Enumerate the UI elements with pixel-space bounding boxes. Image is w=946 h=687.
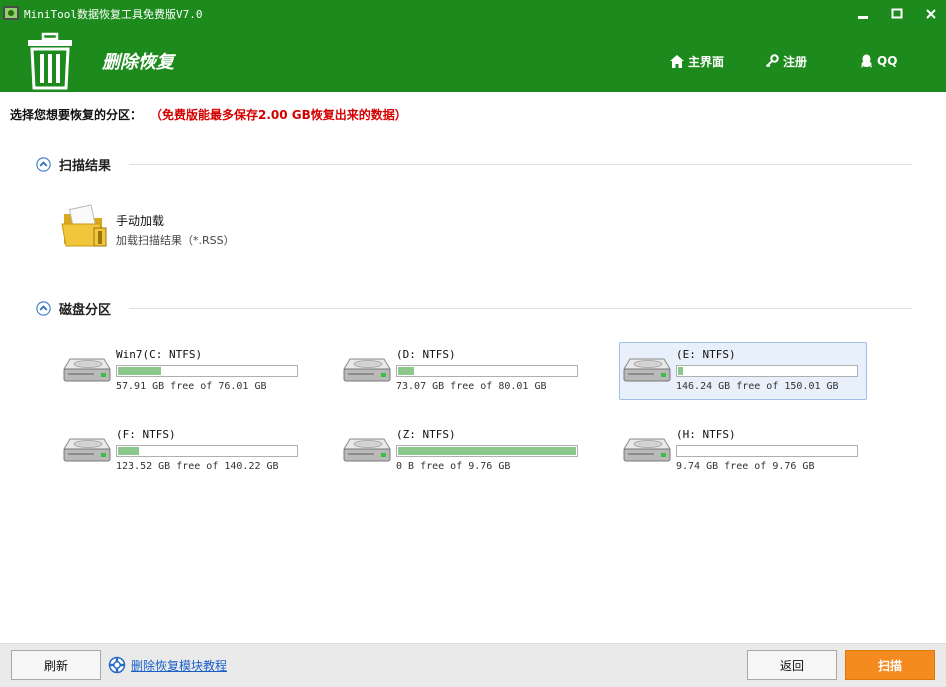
- help-link[interactable]: 删除恢复模块教程: [108, 656, 227, 674]
- hard-drive-icon: [623, 358, 671, 382]
- window-title: MiniTool数据恢复工具免费版V7.0: [24, 8, 203, 21]
- prompt-text: 选择您想要恢复的分区：: [10, 108, 143, 122]
- maximize-icon: [891, 8, 903, 19]
- folder-icon: [61, 204, 107, 247]
- usage-bar: [676, 445, 858, 457]
- partition-name: (E: NTFS): [676, 348, 736, 361]
- partition-free-space: 146.24 GB free of 150.01 GB: [676, 381, 839, 392]
- usage-bar: [396, 365, 578, 377]
- hard-drive-icon: [623, 438, 671, 462]
- partition-prompt: 选择您想要恢复的分区： （免费版能最多保存2.00 GB恢复出来的数据）: [10, 106, 407, 123]
- nav-register-label: 注册: [783, 54, 808, 69]
- usage-bar: [116, 445, 298, 457]
- section-divider: [129, 307, 912, 309]
- nav-qq[interactable]: QQ: [860, 52, 897, 70]
- scan-results-header[interactable]: 扫描结果: [36, 155, 912, 174]
- partition-item[interactable]: (Z: NTFS) 0 B free of 9.76 GB: [339, 422, 587, 480]
- disk-partitions-title: 磁盘分区: [59, 302, 112, 318]
- hard-drive-icon: [63, 438, 111, 462]
- partition-item[interactable]: (E: NTFS) 146.24 GB free of 150.01 GB: [619, 342, 867, 400]
- header-bar: 删除恢复 主界面 注册 QQ: [0, 28, 946, 92]
- partition-item[interactable]: Win7(C: NTFS) 57.91 GB free of 76.01 GB: [59, 342, 307, 400]
- partition-name: (Z: NTFS): [396, 428, 456, 441]
- scan-results-title: 扫描结果: [59, 158, 112, 174]
- manual-load-item[interactable]: 手动加载 加载扫描结果（*.RSS）: [60, 204, 280, 252]
- usage-bar-fill: [398, 367, 414, 375]
- lifebuoy-icon: [108, 656, 126, 674]
- partition-free-space: 73.07 GB free of 80.01 GB: [396, 381, 547, 392]
- usage-bar: [396, 445, 578, 457]
- trash-icon: [28, 32, 72, 90]
- page-title: 删除恢复: [102, 52, 174, 73]
- manual-load-subtitle: 加载扫描结果（*.RSS）: [116, 234, 235, 247]
- partition-name: (D: NTFS): [396, 348, 456, 361]
- hard-drive-icon: [343, 358, 391, 382]
- free-limit-warning: （免费版能最多保存2.00 GB恢复出来的数据）: [156, 108, 407, 122]
- partition-free-space: 9.74 GB free of 9.76 GB: [676, 461, 815, 472]
- close-button[interactable]: [920, 4, 942, 24]
- hard-drive-icon: [63, 358, 111, 382]
- partition-name: (H: NTFS): [676, 428, 736, 441]
- scan-button[interactable]: 扫描: [845, 650, 935, 680]
- maximize-button[interactable]: [886, 4, 908, 24]
- minimize-button[interactable]: [852, 4, 874, 24]
- partition-item[interactable]: (F: NTFS) 123.52 GB free of 140.22 GB: [59, 422, 307, 480]
- disk-partitions-header[interactable]: 磁盘分区: [36, 299, 912, 318]
- title-bar: MiniTool数据恢复工具免费版V7.0: [0, 0, 946, 28]
- partition-item[interactable]: (D: NTFS) 73.07 GB free of 80.01 GB: [339, 342, 587, 400]
- partition-free-space: 57.91 GB free of 76.01 GB: [116, 381, 267, 392]
- key-icon: [765, 54, 779, 68]
- partition-item[interactable]: (H: NTFS) 9.74 GB free of 9.76 GB: [619, 422, 867, 480]
- close-icon: [926, 9, 936, 19]
- usage-bar-fill: [118, 447, 139, 455]
- help-link-label: 删除恢复模块教程: [131, 658, 228, 673]
- qq-penguin-icon: [861, 54, 872, 68]
- home-icon: [670, 54, 684, 68]
- usage-bar: [116, 365, 298, 377]
- nav-home[interactable]: 主界面: [670, 52, 724, 70]
- manual-load-title: 手动加载: [116, 214, 165, 228]
- collapse-up-icon[interactable]: [36, 156, 51, 172]
- partition-name: (F: NTFS): [116, 428, 176, 441]
- app-icon: [3, 6, 19, 20]
- usage-bar-fill: [118, 367, 161, 375]
- usage-bar: [676, 365, 858, 377]
- partition-free-space: 0 B free of 9.76 GB: [396, 461, 511, 472]
- minimize-icon: [858, 16, 868, 19]
- nav-home-label: 主界面: [688, 54, 725, 69]
- nav-register[interactable]: 注册: [765, 52, 807, 70]
- refresh-button[interactable]: 刷新: [11, 650, 101, 680]
- section-divider: [129, 163, 912, 165]
- nav-qq-label: QQ: [877, 54, 898, 68]
- usage-bar-fill: [398, 447, 576, 455]
- hard-drive-icon: [343, 438, 391, 462]
- back-button[interactable]: 返回: [747, 650, 837, 680]
- usage-bar-fill: [678, 367, 683, 375]
- partition-name: Win7(C: NTFS): [116, 348, 203, 361]
- footer-bar: 刷新 删除恢复模块教程 返回 扫描: [0, 643, 946, 687]
- partition-free-space: 123.52 GB free of 140.22 GB: [116, 461, 279, 472]
- collapse-up-icon[interactable]: [36, 300, 51, 316]
